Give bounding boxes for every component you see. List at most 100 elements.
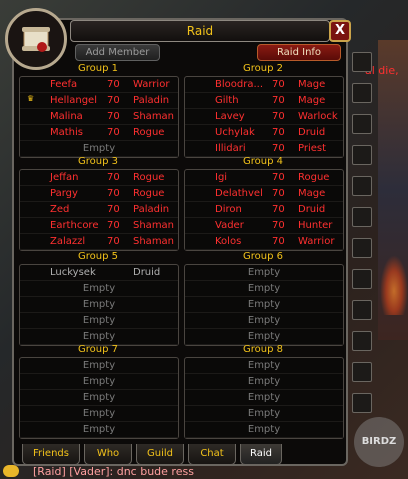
member-level: 70 bbox=[272, 188, 285, 199]
member-name: Hellangel bbox=[50, 95, 97, 106]
member-name: Gilth bbox=[215, 95, 239, 106]
raid-member-row[interactable]: Feefa 70 Warrior bbox=[20, 77, 178, 93]
close-button[interactable]: X bbox=[329, 20, 351, 42]
tab-who[interactable]: Who bbox=[84, 444, 132, 465]
member-level: 70 bbox=[272, 143, 285, 154]
raid-member-row[interactable]: Empty bbox=[185, 281, 343, 297]
group-header: Group 8 bbox=[243, 344, 283, 355]
tab-friends[interactable]: Friends bbox=[22, 444, 80, 465]
raid-member-row[interactable]: Empty bbox=[185, 422, 343, 438]
member-level: 70 bbox=[107, 188, 120, 199]
raid-member-row[interactable]: Empty bbox=[20, 358, 178, 374]
raid-member-row[interactable]: Delathvel 70 Mage bbox=[185, 186, 343, 202]
raid-member-row[interactable]: Empty bbox=[185, 374, 343, 390]
member-level: 70 bbox=[272, 111, 285, 122]
member-name: Illidari bbox=[215, 143, 246, 154]
raid-member-row[interactable]: Empty bbox=[185, 329, 343, 345]
raid-portrait bbox=[5, 8, 67, 70]
member-level: 70 bbox=[107, 79, 120, 90]
watermark-logo: BIRDZ bbox=[354, 417, 404, 467]
side-action-icon[interactable] bbox=[352, 145, 372, 165]
raid-member-row[interactable]: Empty bbox=[185, 297, 343, 313]
raid-member-row[interactable]: Illidari 70 Priest bbox=[185, 141, 343, 157]
member-name: Luckysek bbox=[50, 267, 96, 278]
side-action-icon[interactable] bbox=[352, 269, 372, 289]
side-action-icon[interactable] bbox=[352, 331, 372, 351]
member-class: Mage bbox=[298, 95, 326, 106]
side-action-icon[interactable] bbox=[352, 362, 372, 382]
raid-member-row[interactable]: Empty bbox=[185, 265, 343, 281]
group-list: Empty Empty Empty Empty Empty bbox=[184, 357, 344, 439]
member-level: 70 bbox=[272, 236, 285, 247]
side-action-icon[interactable] bbox=[352, 52, 372, 72]
raid-member-row[interactable]: Empty bbox=[20, 313, 178, 329]
raid-info-button[interactable]: Raid Info bbox=[257, 44, 341, 61]
raid-member-row[interactable]: Gilth 70 Mage bbox=[185, 93, 343, 109]
raid-member-row[interactable]: Lavey 70 Warlock bbox=[185, 109, 343, 125]
member-level: 70 bbox=[107, 220, 120, 231]
member-name: Igi bbox=[215, 172, 228, 183]
raid-member-row[interactable]: Luckysek Druid bbox=[20, 265, 178, 281]
raid-member-row[interactable]: Empty bbox=[20, 422, 178, 438]
member-class: Rogue bbox=[133, 188, 165, 199]
raid-member-row[interactable]: Empty bbox=[185, 313, 343, 329]
group-list: Empty Empty Empty Empty Empty bbox=[19, 357, 179, 439]
member-class: Druid bbox=[298, 204, 326, 215]
raid-member-row[interactable]: Empty bbox=[20, 374, 178, 390]
raid-member-row[interactable]: Jeffan 70 Rogue bbox=[20, 170, 178, 186]
member-class: Druid bbox=[298, 127, 326, 138]
add-member-button[interactable]: Add Member bbox=[75, 44, 160, 61]
side-action-icon[interactable] bbox=[352, 393, 372, 413]
member-level: 70 bbox=[107, 127, 120, 138]
member-name: Kolos bbox=[215, 236, 242, 247]
raid-member-row[interactable]: Empty bbox=[20, 281, 178, 297]
member-name: Bloodra... bbox=[215, 79, 263, 90]
member-class: Mage bbox=[298, 79, 326, 90]
scroll-icon bbox=[22, 27, 50, 52]
raid-member-row[interactable]: Earthcore 70 Shaman bbox=[20, 218, 178, 234]
raid-member-row[interactable]: Empty bbox=[20, 406, 178, 422]
group-list: Igi 70 Rogue Delathvel 70 Mage Diron 70 Druid Vad… bbox=[184, 169, 344, 251]
side-action-icon[interactable] bbox=[352, 238, 372, 258]
raid-member-row[interactable]: Zed 70 Paladin bbox=[20, 202, 178, 218]
member-class: Shaman bbox=[133, 236, 175, 247]
member-level: 70 bbox=[272, 204, 285, 215]
raid-member-row[interactable]: Empty bbox=[185, 358, 343, 374]
side-action-icon[interactable] bbox=[352, 114, 372, 134]
raid-member-row[interactable]: Mathis 70 Rogue bbox=[20, 125, 178, 141]
member-class: Shaman bbox=[133, 220, 175, 231]
group-header: Group 3 bbox=[78, 156, 118, 167]
side-action-icon[interactable] bbox=[352, 83, 372, 103]
member-name: Delathvel bbox=[215, 188, 263, 199]
raid-member-row[interactable]: Kolos 70 Warrior bbox=[185, 234, 343, 250]
raid-member-row[interactable]: Pargy 70 Rogue bbox=[20, 186, 178, 202]
raid-member-row[interactable]: Empty bbox=[20, 390, 178, 406]
raid-member-row[interactable]: Empty bbox=[20, 297, 178, 313]
member-class: Hunter bbox=[298, 220, 333, 231]
member-name: Malina bbox=[50, 111, 83, 122]
raid-member-row[interactable]: ♛ Hellangel 70 Paladin bbox=[20, 93, 178, 109]
raid-member-row[interactable]: Empty bbox=[20, 141, 178, 157]
member-class: Rogue bbox=[298, 172, 330, 183]
raid-member-row[interactable]: Zalazzl 70 Shaman bbox=[20, 234, 178, 250]
side-action-icon[interactable] bbox=[352, 176, 372, 196]
raid-member-row[interactable]: Uchylak 70 Druid bbox=[185, 125, 343, 141]
member-name: Vader bbox=[215, 220, 244, 231]
raid-member-row[interactable]: Empty bbox=[185, 390, 343, 406]
raid-member-row[interactable]: Malina 70 Shaman bbox=[20, 109, 178, 125]
tab-chat[interactable]: Chat bbox=[188, 444, 236, 465]
tab-raid[interactable]: Raid bbox=[240, 444, 282, 465]
group-header: Group 2 bbox=[243, 63, 283, 74]
member-level: 70 bbox=[107, 172, 120, 183]
raid-member-row[interactable]: Diron 70 Druid bbox=[185, 202, 343, 218]
raid-member-row[interactable]: Vader 70 Hunter bbox=[185, 218, 343, 234]
raid-member-row[interactable]: Empty bbox=[185, 406, 343, 422]
raid-member-row[interactable]: Bloodra... 70 Mage bbox=[185, 77, 343, 93]
raid-member-row[interactable]: Empty bbox=[20, 329, 178, 345]
tab-guild[interactable]: Guild bbox=[136, 444, 184, 465]
side-action-icon[interactable] bbox=[352, 207, 372, 227]
member-level: 70 bbox=[272, 172, 285, 183]
raid-member-row[interactable]: Igi 70 Rogue bbox=[185, 170, 343, 186]
side-action-icon[interactable] bbox=[352, 300, 372, 320]
group-list: Empty Empty Empty Empty Empty bbox=[184, 264, 344, 346]
